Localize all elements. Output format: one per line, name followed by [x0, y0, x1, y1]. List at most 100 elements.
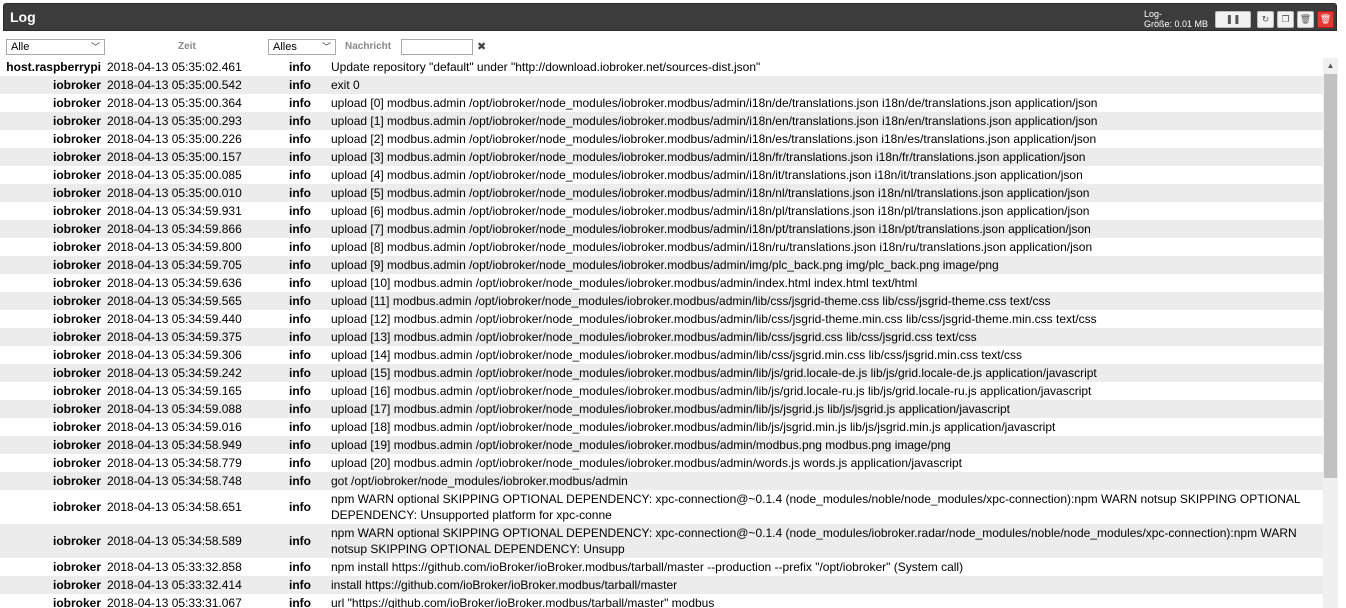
log-source: iobroker [52, 96, 101, 110]
log-time: 2018-04-13 05:35:00.293 [107, 114, 242, 128]
pause-button[interactable]: ❚❚ [1215, 11, 1251, 28]
severity-filter-select[interactable]: Alles ﹀ [268, 39, 336, 55]
log-source: iobroker [52, 258, 101, 272]
scroll-up-icon[interactable]: ▲ [1323, 58, 1338, 73]
log-time: 2018-04-13 05:35:00.226 [107, 132, 242, 146]
refresh-icon: ↻ [1261, 14, 1270, 24]
log-severity: info [289, 366, 311, 380]
source-filter-value: Alle [11, 41, 30, 53]
log-time: 2018-04-13 05:34:59.565 [107, 294, 242, 308]
log-time: 2018-04-13 05:35:00.542 [107, 78, 242, 92]
log-severity: info [289, 500, 311, 514]
log-severity: info [289, 474, 311, 488]
log-source: iobroker [52, 330, 101, 344]
table-row: iobroker 2018-04-13 05:34:58.779 info uploa… [0, 454, 1323, 472]
log-message: url "https://github.com/ioBroker/ioBroke… [331, 596, 715, 608]
log-time: 2018-04-13 05:34:59.016 [107, 420, 242, 434]
log-source: iobroker [52, 114, 101, 128]
log-source: iobroker [52, 500, 101, 514]
log-message: install https://github.com/ioBroker/ioBr… [331, 578, 678, 592]
log-source: iobroker [52, 402, 101, 416]
log-header: Log Log- Größe: 0.01 MB ❚❚ ↻ ❐ 🗑 🗑 [3, 3, 1337, 31]
log-source: iobroker [52, 384, 101, 398]
log-severity: info [289, 96, 311, 110]
filter-bar: Alle ﹀ Zeit Alles ﹀ Nachricht ✖ [0, 38, 1346, 56]
log-severity: info [289, 276, 311, 290]
log-severity: info [289, 240, 311, 254]
source-filter-select[interactable]: Alle ﹀ [6, 39, 105, 55]
table-row: iobroker 2018-04-13 05:35:00.293 info uploa… [0, 112, 1323, 130]
log-source: iobroker [52, 560, 101, 574]
log-severity: info [289, 150, 311, 164]
log-message: upload [16] modbus.admin /opt/iobroker/n… [331, 384, 1092, 398]
pause-icon: ❚❚ [1225, 14, 1241, 24]
log-time: 2018-04-13 05:34:58.779 [107, 456, 242, 470]
log-time: 2018-04-13 05:34:59.931 [107, 204, 242, 218]
log-time: 2018-04-13 05:34:59.306 [107, 348, 242, 362]
log-size-label: Log- Größe: 0.01 MB [1144, 9, 1208, 29]
log-message: upload [20] modbus.admin /opt/iobroker/n… [331, 456, 963, 470]
log-severity: info [289, 456, 311, 470]
log-message: upload [9] modbus.admin /opt/iobroker/no… [331, 258, 999, 272]
log-message: upload [6] modbus.admin /opt/iobroker/no… [331, 204, 1090, 218]
log-source: iobroker [52, 578, 101, 592]
log-message: upload [11] modbus.admin /opt/iobroker/n… [331, 294, 1051, 308]
log-time: 2018-04-13 05:34:58.589 [107, 534, 242, 548]
log-message: upload [10] modbus.admin /opt/iobroker/n… [331, 276, 918, 290]
log-message: upload [7] modbus.admin /opt/iobroker/no… [331, 222, 1091, 236]
log-source: iobroker [52, 312, 101, 326]
log-source: iobroker [52, 534, 101, 548]
log-source: iobroker [52, 456, 101, 470]
log-source: iobroker [52, 294, 101, 308]
log-time: 2018-04-13 05:34:59.866 [107, 222, 242, 236]
chevron-down-icon: ﹀ [321, 42, 331, 52]
log-time: 2018-04-13 05:34:58.651 [107, 500, 242, 514]
log-size-line2: Größe: 0.01 MB [1144, 19, 1209, 29]
scrollbar-thumb[interactable] [1324, 74, 1337, 478]
log-message: upload [4] modbus.admin /opt/iobroker/no… [331, 168, 1083, 182]
log-message: upload [8] modbus.admin /opt/iobroker/no… [331, 240, 1093, 254]
log-source: iobroker [52, 420, 101, 434]
log-source: iobroker [52, 366, 101, 380]
log-time: 2018-04-13 05:33:32.858 [107, 560, 242, 574]
log-source: iobroker [52, 186, 101, 200]
log-message: upload [13] modbus.admin /opt/iobroker/n… [331, 330, 977, 344]
refresh-button[interactable]: ↻ [1257, 11, 1274, 28]
log-source: iobroker [52, 438, 101, 452]
clear-filter-icon[interactable]: ✖ [477, 40, 486, 53]
table-row: iobroker 2018-04-13 05:34:59.165 info uploa… [0, 382, 1323, 400]
log-table-container: host.raspberrypi 2018-04-13 05:35:02.461 i… [0, 58, 1323, 608]
message-filter-input[interactable] [401, 39, 473, 55]
log-source: host.raspberrypi [6, 60, 101, 74]
log-severity: info [289, 534, 311, 548]
table-row: iobroker 2018-04-13 05:33:32.414 info insta… [0, 576, 1323, 594]
log-message: npm WARN optional SKIPPING OPTIONAL DEPE… [331, 492, 1301, 522]
clear-log-button[interactable]: 🗑 [1297, 11, 1314, 28]
scrollbar[interactable]: ▲ [1323, 58, 1338, 608]
log-severity: info [289, 384, 311, 398]
delete-log-button[interactable]: 🗑 [1317, 11, 1334, 28]
log-severity: info [289, 78, 311, 92]
log-time: 2018-04-13 05:34:59.165 [107, 384, 242, 398]
log-time: 2018-04-13 05:34:59.440 [107, 312, 242, 326]
log-severity: info [289, 402, 311, 416]
time-column-label: Zeit [178, 41, 196, 52]
log-message: exit 0 [331, 78, 360, 92]
log-message: upload [14] modbus.admin /opt/iobroker/n… [331, 348, 1022, 362]
log-source: iobroker [52, 222, 101, 236]
copy-button[interactable]: ❐ [1277, 11, 1294, 28]
log-severity: info [289, 578, 311, 592]
log-source: iobroker [52, 78, 101, 92]
log-source: iobroker [52, 596, 101, 608]
table-row: iobroker 2018-04-13 05:34:59.931 info uploa… [0, 202, 1323, 220]
log-time: 2018-04-13 05:35:00.157 [107, 150, 242, 164]
log-message: upload [19] modbus.admin /opt/iobroker/n… [331, 438, 951, 452]
log-time: 2018-04-13 05:34:59.705 [107, 258, 242, 272]
table-row: iobroker 2018-04-13 05:33:31.067 info url "… [0, 594, 1323, 608]
log-time: 2018-04-13 05:34:59.242 [107, 366, 242, 380]
log-time: 2018-04-13 05:35:00.364 [107, 96, 242, 110]
table-row: iobroker 2018-04-13 05:35:00.226 info uploa… [0, 130, 1323, 148]
table-row: iobroker 2018-04-13 05:34:59.636 info uploa… [0, 274, 1323, 292]
log-time: 2018-04-13 05:34:59.636 [107, 276, 242, 290]
log-time: 2018-04-13 05:34:58.748 [107, 474, 242, 488]
